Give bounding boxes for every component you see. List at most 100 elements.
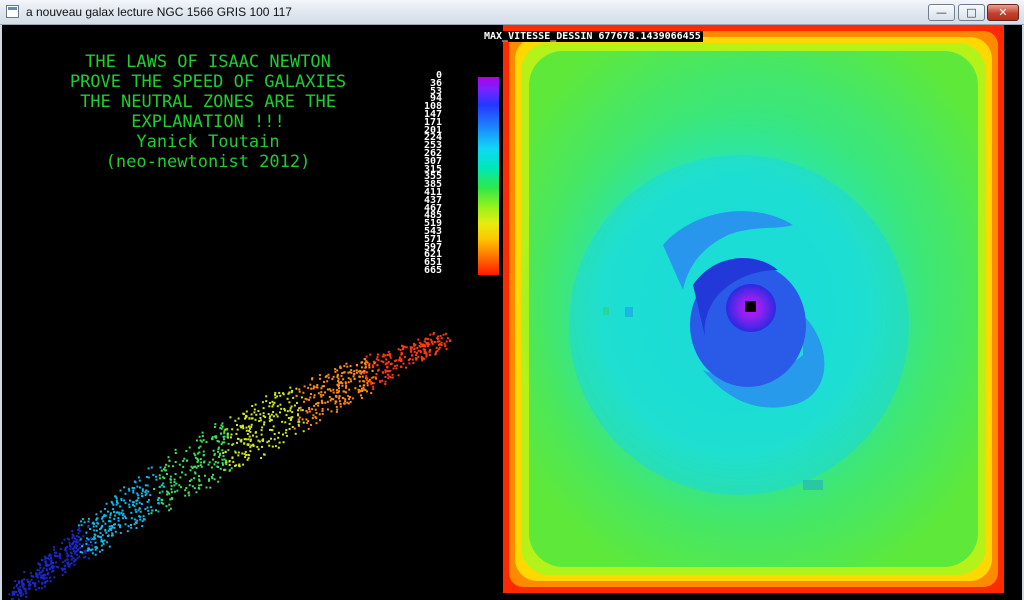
speed-plot-point xyxy=(214,435,216,438)
speed-plot-point xyxy=(318,374,321,377)
close-button[interactable]: ✕ xyxy=(987,4,1019,21)
minimize-button[interactable]: — xyxy=(928,4,955,21)
speed-plot-point xyxy=(44,573,47,576)
speed-plot-point xyxy=(225,459,227,462)
speed-plot-point xyxy=(128,503,131,506)
speed-plot-point xyxy=(128,489,131,492)
speed-plot-point xyxy=(339,405,342,408)
color-scale-bar xyxy=(478,77,499,275)
speed-plot-point xyxy=(44,564,47,567)
speed-plot-point xyxy=(261,401,264,404)
speed-plot-point xyxy=(209,486,212,489)
speed-plot-point xyxy=(409,347,412,350)
speed-plot-point xyxy=(147,499,150,502)
speed-plot-point xyxy=(349,396,351,398)
speed-plot-point xyxy=(165,505,168,508)
speed-plot-point xyxy=(302,391,305,394)
speed-plot-point xyxy=(77,532,80,535)
speed-plot-point xyxy=(222,452,225,454)
speed-plot-point xyxy=(289,409,292,412)
speed-plot-point xyxy=(36,568,39,571)
speed-plot-point xyxy=(175,482,178,485)
speed-plot-point xyxy=(202,450,205,453)
speed-plot-point xyxy=(298,420,301,423)
speed-plot-point xyxy=(141,525,144,528)
speed-plot-point xyxy=(405,366,407,369)
speed-plot-point xyxy=(213,452,216,455)
speed-plot-point xyxy=(213,426,216,428)
speed-plot-point xyxy=(139,510,142,513)
speed-plot-point xyxy=(446,337,449,340)
speed-plot-point xyxy=(296,401,298,404)
speed-plot-point xyxy=(364,370,367,373)
speed-plot-point xyxy=(163,477,166,480)
speed-plot-point xyxy=(144,484,147,487)
speed-plot-point xyxy=(64,564,67,567)
speed-plot-point xyxy=(160,469,163,472)
speed-plot-point xyxy=(87,547,90,550)
speed-plot-point xyxy=(98,550,101,553)
speed-plot-point xyxy=(188,480,191,482)
speed-plot-point xyxy=(211,436,214,439)
speed-plot-point xyxy=(155,478,158,481)
speed-plot-point xyxy=(14,580,17,583)
heatmap-core-center xyxy=(745,301,756,312)
speed-plot-point xyxy=(313,386,316,389)
speed-plot-point xyxy=(234,451,237,454)
speed-plot-point xyxy=(100,540,103,543)
speed-plot-point xyxy=(399,348,402,351)
speed-plot-point xyxy=(109,513,112,516)
speed-plot-point xyxy=(162,502,165,505)
speed-plot-point xyxy=(122,517,125,520)
speed-plot-point xyxy=(165,490,168,493)
speed-plot-point xyxy=(252,434,254,437)
speed-plot-point xyxy=(59,554,61,557)
speed-plot-point xyxy=(137,476,140,479)
speed-plot-point xyxy=(23,571,26,573)
speed-plot-point xyxy=(234,419,237,422)
speed-plot-point xyxy=(136,485,139,488)
speed-plot-point xyxy=(364,366,367,369)
speed-plot-point xyxy=(396,364,399,367)
speed-plot-point xyxy=(315,403,318,405)
speed-plot-point xyxy=(114,495,117,498)
speed-plot-point xyxy=(400,365,403,368)
speed-plot-point xyxy=(78,539,81,542)
speed-plot-point xyxy=(279,394,282,397)
speed-plot-point xyxy=(203,460,206,463)
speed-plot-point xyxy=(250,417,253,420)
speed-plot-point xyxy=(326,408,329,411)
speed-plot-point xyxy=(223,430,226,433)
speed-plot-point xyxy=(287,417,290,419)
speed-plot-point xyxy=(384,363,387,366)
speed-plot-point xyxy=(133,487,136,490)
maximize-button[interactable]: □ xyxy=(958,4,985,21)
speed-plot-point xyxy=(370,382,373,385)
speed-plot-point xyxy=(276,395,279,398)
speed-plot-point xyxy=(423,350,426,353)
speed-plot-point xyxy=(362,370,365,372)
speed-plot-point xyxy=(104,507,107,510)
speed-plot-point xyxy=(335,410,338,413)
speed-plot-point xyxy=(99,528,101,531)
speed-plot-point xyxy=(365,355,368,358)
speed-plot-point xyxy=(243,438,246,441)
speed-plot-point xyxy=(365,375,368,378)
title-bar[interactable]: a nouveau galax lecture NGC 1566 GRIS 10… xyxy=(0,0,1024,25)
speed-plot-point xyxy=(80,524,83,527)
speed-plot-point xyxy=(217,480,220,483)
speed-plot-point xyxy=(259,413,262,416)
speed-plot-point xyxy=(358,375,361,378)
speed-plot-point xyxy=(205,486,208,489)
speed-plot-point xyxy=(255,413,258,416)
speed-plot-point xyxy=(300,396,303,399)
speed-plot-point xyxy=(238,465,241,468)
speed-plot-point xyxy=(87,520,90,523)
speed-plot-point xyxy=(423,340,426,343)
speed-plot-point xyxy=(106,535,109,538)
speed-plot-point xyxy=(368,380,371,383)
speed-plot-point xyxy=(270,413,273,416)
speed-plot-point xyxy=(439,343,441,346)
speed-plot-point xyxy=(252,443,255,446)
speed-plot-point xyxy=(357,391,360,394)
